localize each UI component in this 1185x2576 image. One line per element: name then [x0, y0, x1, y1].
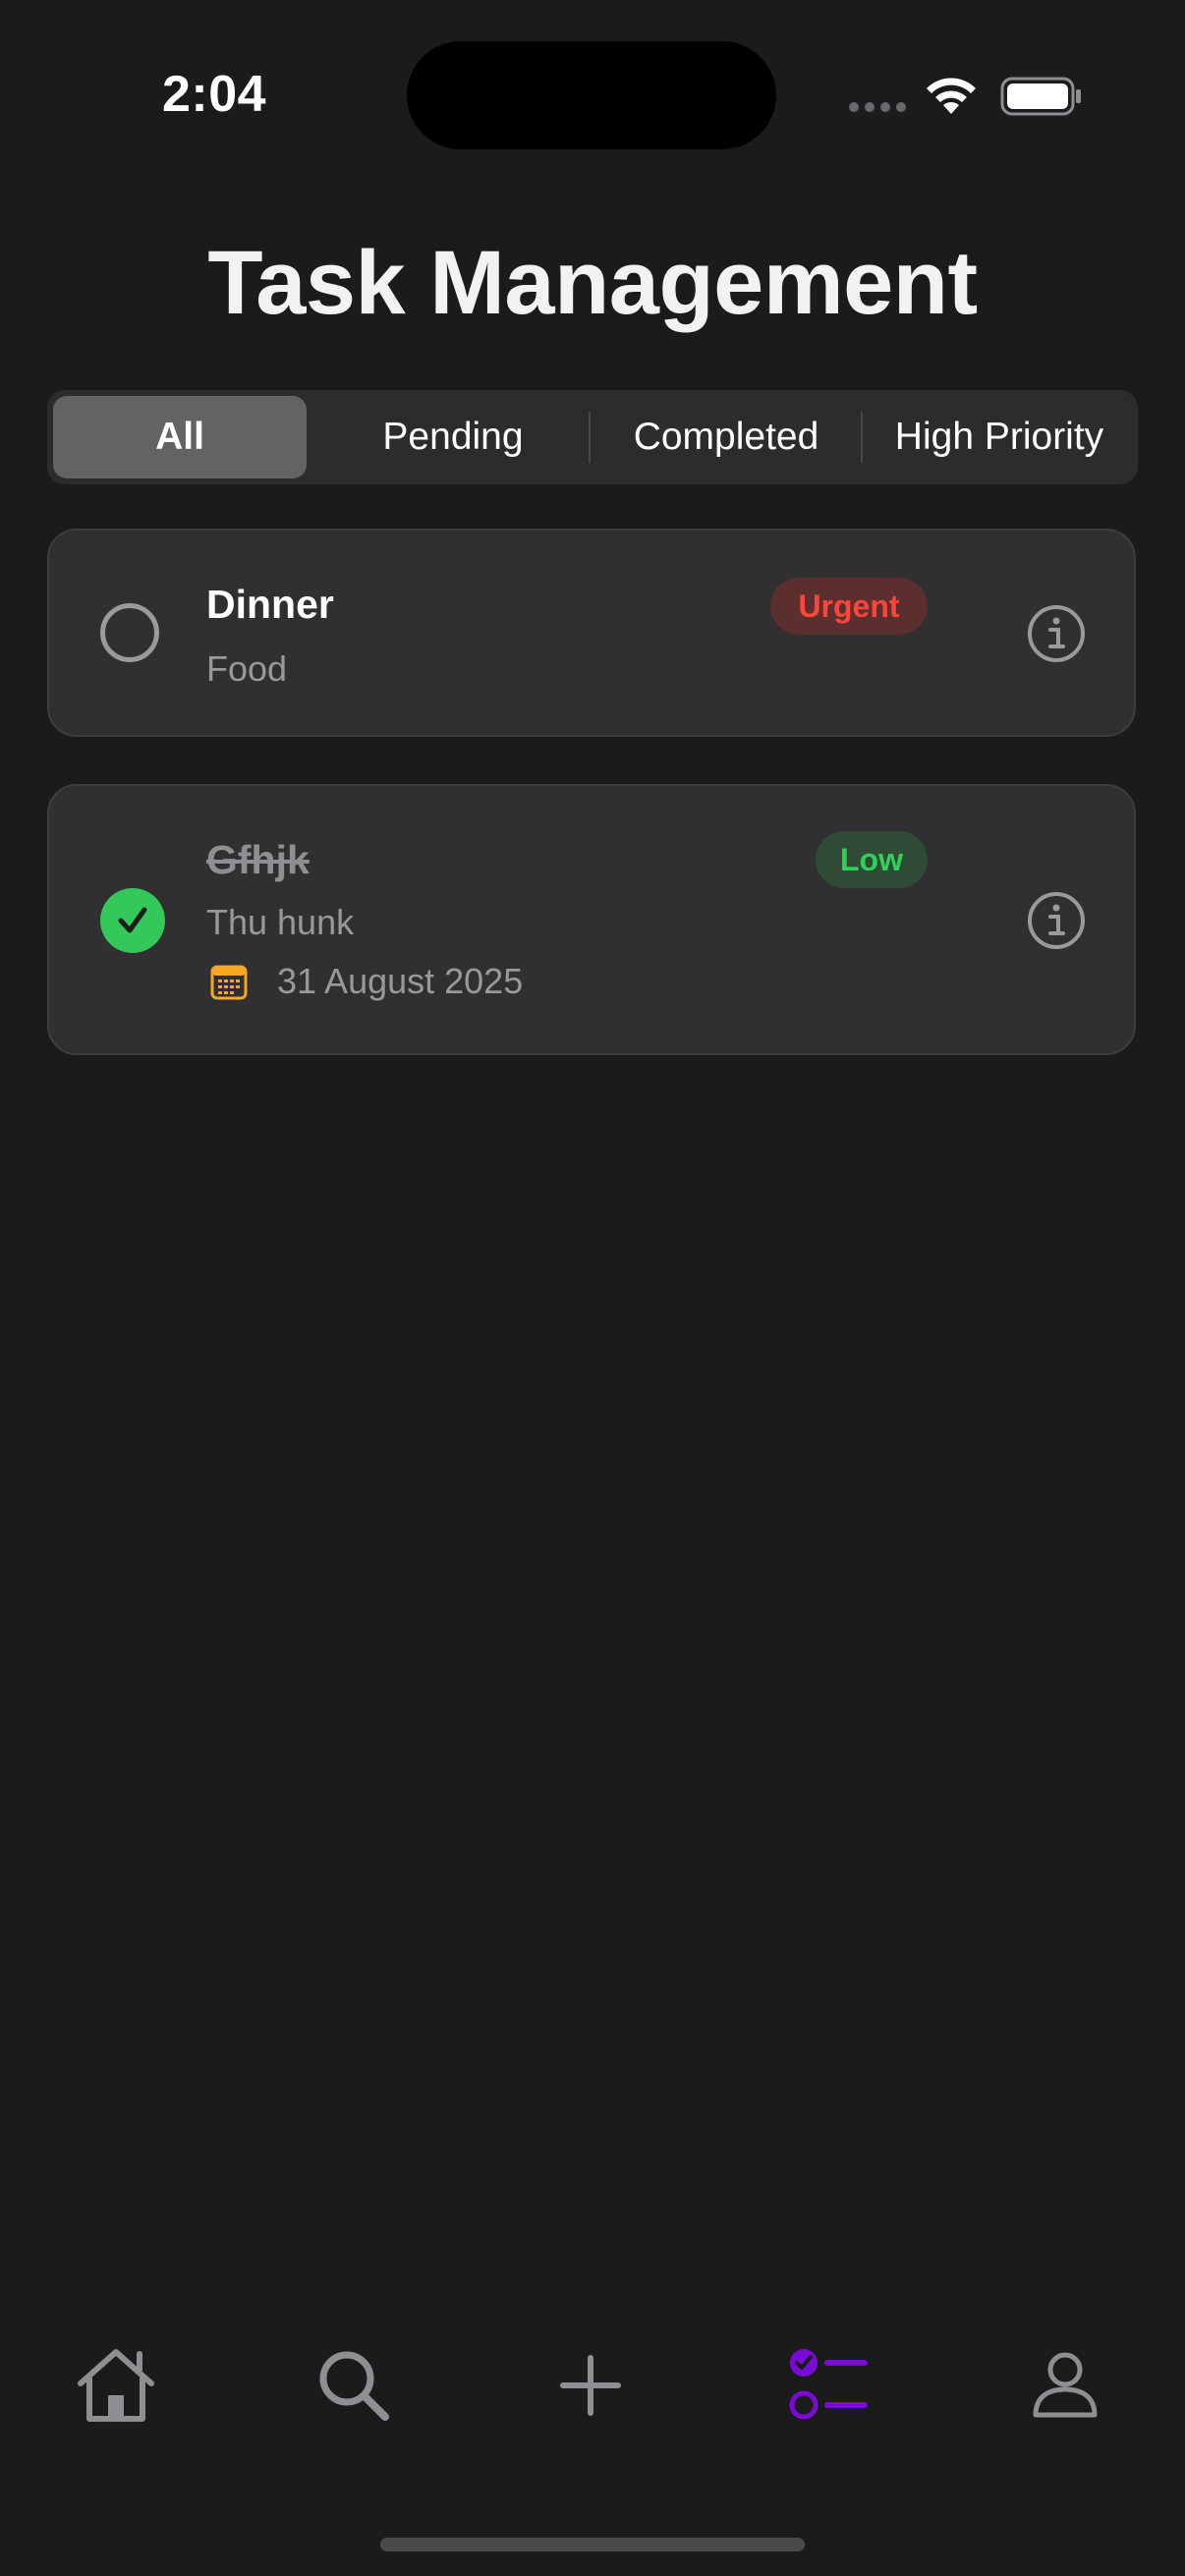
- segment-high-priority[interactable]: High Priority: [865, 396, 1134, 478]
- battery-icon: [1000, 77, 1081, 116]
- segment-divider: [589, 412, 591, 463]
- checkmark-icon: [118, 907, 147, 933]
- cellular-signal-icon: [849, 102, 906, 112]
- home-icon: [78, 2349, 154, 2422]
- task-due-date-row: 31 August 2025: [210, 961, 523, 1002]
- priority-badge: Low: [816, 831, 928, 888]
- filter-segmented-control: All Pending Completed High Priority: [47, 390, 1138, 484]
- tab-add[interactable]: [547, 2346, 634, 2425]
- task-title: Dinner: [206, 582, 334, 627]
- info-icon[interactable]: [1026, 890, 1087, 951]
- segment-divider: [861, 412, 863, 463]
- tasks-list-icon: [789, 2349, 868, 2420]
- info-icon[interactable]: [1026, 603, 1087, 664]
- task-category: Thu hunk: [206, 902, 355, 942]
- task-card[interactable]: Dinner Food Urgent: [47, 529, 1136, 737]
- task-due-date: 31 August 2025: [277, 961, 524, 1001]
- tab-home[interactable]: [73, 2346, 159, 2425]
- tab-search[interactable]: [310, 2346, 397, 2425]
- home-indicator[interactable]: [380, 2538, 805, 2551]
- wifi-icon: [927, 78, 976, 114]
- task-category: Food: [206, 648, 288, 689]
- segment-pending[interactable]: Pending: [320, 396, 586, 478]
- task-checkbox-checked[interactable]: [100, 888, 165, 953]
- tab-profile[interactable]: [1022, 2346, 1108, 2425]
- dynamic-island: [407, 41, 776, 149]
- priority-badge: Urgent: [770, 578, 928, 635]
- segment-completed[interactable]: Completed: [592, 396, 860, 478]
- task-checkbox-unchecked[interactable]: [100, 603, 159, 662]
- profile-icon: [1033, 2352, 1098, 2418]
- tab-tasks[interactable]: [784, 2346, 871, 2425]
- plus-icon: [560, 2355, 621, 2416]
- segment-all[interactable]: All: [53, 396, 307, 478]
- calendar-icon: [210, 965, 248, 1000]
- page-title: Task Management: [207, 233, 978, 333]
- task-card[interactable]: Gfhjk Thu hunk 31 August 2025 Low: [47, 784, 1136, 1055]
- task-title: Gfhjk: [206, 837, 310, 882]
- status-time: 2:04: [162, 66, 267, 123]
- search-icon: [319, 2351, 389, 2421]
